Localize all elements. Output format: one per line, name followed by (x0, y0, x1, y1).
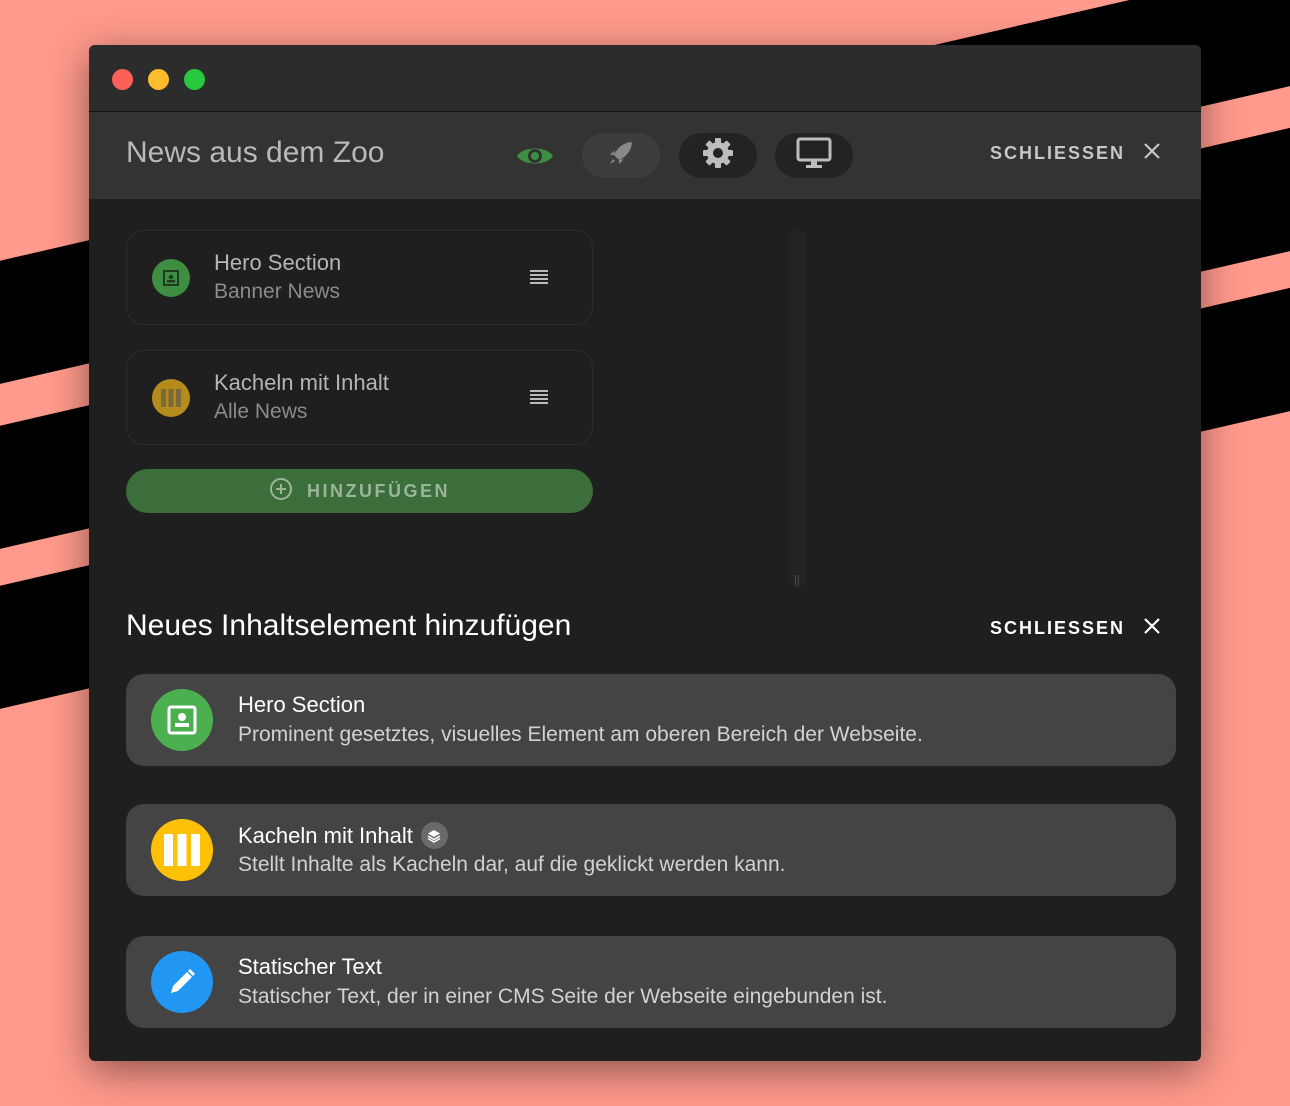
option-static-text[interactable]: Statischer Text Statischer Text, der in … (126, 936, 1176, 1028)
option-description: Stellt Inhalte als Kacheln dar, auf die … (238, 853, 786, 876)
app-window: News aus dem Zoo SCHLIESSEN Hero Section… (89, 45, 1201, 1061)
plus-circle-icon (269, 477, 293, 506)
toolbar: News aus dem Zoo SCHLIESSEN (89, 112, 1201, 199)
image-icon (152, 259, 190, 297)
option-title: Kacheln mit Inhalt (238, 822, 448, 849)
section-card-tiles[interactable]: Kacheln mit Inhalt Alle News (126, 350, 593, 445)
drag-handle-icon[interactable] (529, 389, 549, 410)
option-tiles[interactable]: Kacheln mit Inhalt Stellt Inhalte als Ka… (126, 804, 1176, 896)
option-description: Prominent gesetztes, visuelles Element a… (238, 723, 923, 746)
close-label: SCHLIESSEN (989, 143, 1125, 163)
close-icon (1143, 617, 1161, 640)
title-bar (89, 45, 1201, 112)
preview-button[interactable] (775, 133, 853, 178)
pencil-icon (151, 951, 213, 1013)
settings-button[interactable] (679, 133, 757, 178)
columns-icon (152, 379, 190, 417)
option-description: Statischer Text, der in einer CMS Seite … (238, 985, 888, 1008)
gear-icon (701, 136, 735, 175)
add-button-label: HINZUFÜGEN (307, 480, 450, 501)
option-title-text: Kacheln mit Inhalt (238, 822, 413, 848)
window-close-light[interactable] (112, 69, 133, 90)
add-section-button[interactable]: HINZUFÜGEN (126, 469, 593, 513)
eye-icon[interactable] (515, 141, 555, 171)
section-card-hero[interactable]: Hero Section Banner News (126, 230, 593, 325)
resize-grip-icon[interactable]: || (794, 574, 800, 586)
add-panel-title: Neues Inhaltselement hinzufügen (126, 609, 572, 642)
option-title: Statischer Text (238, 954, 382, 980)
window-zoom-light[interactable] (184, 69, 205, 90)
window-minimize-light[interactable] (148, 69, 169, 90)
rocket-icon (606, 138, 636, 173)
section-subtitle: Banner News (214, 280, 341, 303)
option-title-text: Hero Section (238, 692, 366, 717)
section-subtitle: Alle News (214, 400, 308, 423)
option-title-text: Statischer Text (238, 954, 382, 979)
close-icon (1143, 142, 1161, 165)
section-title: Kacheln mit Inhalt (214, 370, 389, 395)
page-title: News aus dem Zoo (126, 136, 385, 169)
close-editor-button[interactable]: SCHLIESSEN (990, 142, 1161, 165)
monitor-icon (796, 136, 832, 175)
section-title: Hero Section (214, 250, 342, 275)
resize-track[interactable] (789, 229, 805, 589)
columns-icon (151, 819, 213, 881)
drag-handle-icon[interactable] (529, 269, 549, 290)
option-hero-section[interactable]: Hero Section Prominent gesetztes, visuel… (126, 674, 1176, 766)
close-label: SCHLIESSEN (989, 618, 1125, 638)
option-title: Hero Section (238, 692, 365, 718)
layers-icon (420, 822, 448, 849)
close-add-panel-button[interactable]: SCHLIESSEN (990, 617, 1161, 640)
publish-button[interactable] (582, 133, 660, 178)
image-icon (151, 689, 213, 751)
